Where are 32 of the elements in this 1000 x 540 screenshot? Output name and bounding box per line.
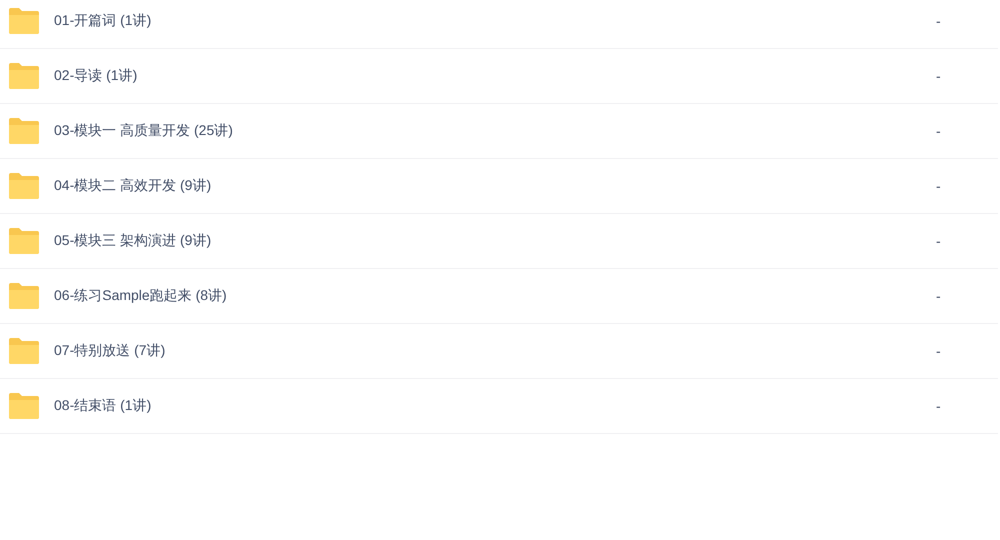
file-size: - bbox=[936, 288, 942, 304]
file-size: - bbox=[936, 178, 942, 194]
file-size: - bbox=[936, 233, 942, 249]
folder-row[interactable]: 02-导读 (1讲) - bbox=[0, 49, 998, 104]
file-size: - bbox=[936, 13, 942, 29]
folder-name: 05-模块三 架构演进 (9讲) bbox=[54, 232, 212, 250]
file-size: - bbox=[936, 398, 942, 414]
folder-row[interactable]: 08-结束语 (1讲) - bbox=[0, 379, 998, 434]
folder-name: 07-特别放送 (7讲) bbox=[54, 342, 166, 360]
folder-row[interactable]: 03-模块一 高质量开发 (25讲) - bbox=[0, 104, 998, 159]
file-size: - bbox=[936, 343, 942, 359]
folder-name: 02-导读 (1讲) bbox=[54, 67, 138, 85]
folder-name: 01-开篇词 (1讲) bbox=[54, 12, 152, 30]
folder-icon bbox=[8, 338, 40, 364]
folder-name: 03-模块一 高质量开发 (25讲) bbox=[54, 122, 234, 140]
folder-icon bbox=[8, 173, 40, 199]
folder-row[interactable]: 07-特别放送 (7讲) - bbox=[0, 324, 998, 379]
folder-name: 08-结束语 (1讲) bbox=[54, 397, 152, 415]
file-size: - bbox=[936, 123, 942, 139]
folder-icon bbox=[8, 283, 40, 309]
file-size: - bbox=[936, 68, 942, 84]
folder-icon bbox=[8, 228, 40, 254]
folder-icon bbox=[8, 8, 40, 34]
folder-row[interactable]: 04-模块二 高效开发 (9讲) - bbox=[0, 159, 998, 214]
folder-icon bbox=[8, 393, 40, 419]
folder-name: 06-练习Sample跑起来 (8讲) bbox=[54, 287, 228, 305]
folder-row[interactable]: 01-开篇词 (1讲) - bbox=[0, 0, 998, 49]
folder-icon bbox=[8, 118, 40, 144]
folder-name: 04-模块二 高效开发 (9讲) bbox=[54, 177, 212, 195]
folder-row[interactable]: 05-模块三 架构演进 (9讲) - bbox=[0, 214, 998, 269]
folder-icon bbox=[8, 63, 40, 89]
folder-row[interactable]: 06-练习Sample跑起来 (8讲) - bbox=[0, 269, 998, 324]
